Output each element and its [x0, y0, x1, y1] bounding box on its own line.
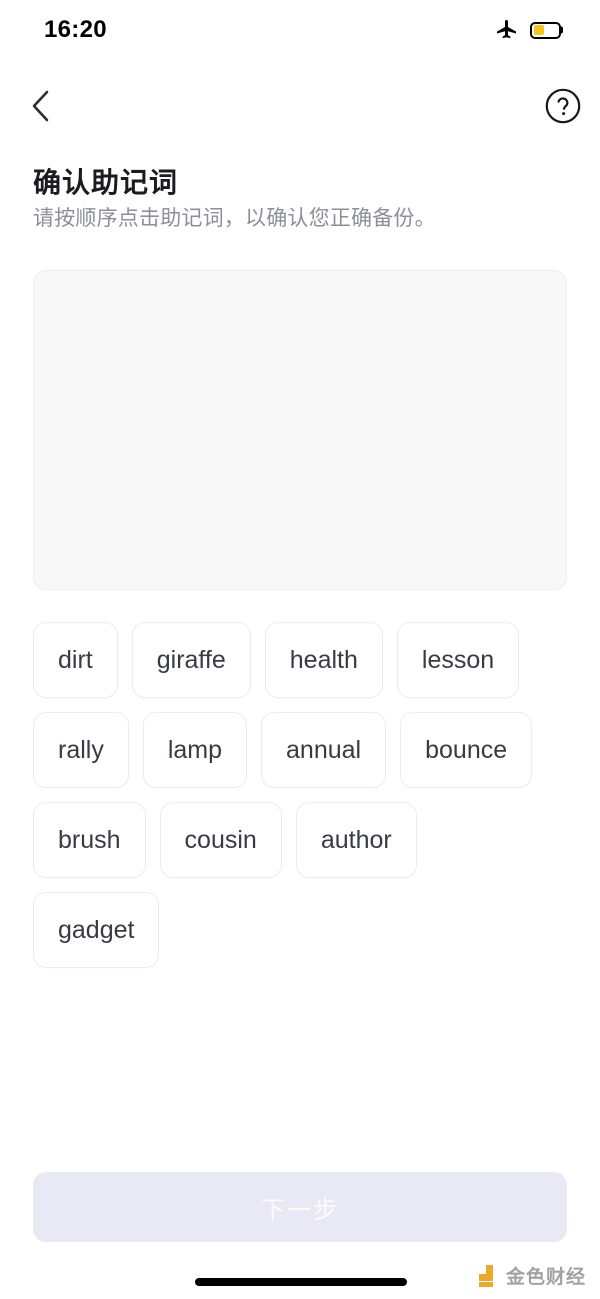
selected-words-area[interactable]	[33, 270, 567, 590]
airplane-icon	[497, 20, 516, 39]
word-chip[interactable]: rally	[33, 712, 129, 788]
status-time: 16:20	[44, 16, 107, 43]
help-button[interactable]	[543, 86, 583, 126]
status-indicators	[495, 18, 564, 42]
word-chip[interactable]: author	[295, 802, 417, 878]
word-chip[interactable]: lamp	[142, 712, 248, 788]
back-button[interactable]	[16, 86, 64, 126]
home-indicator	[195, 1278, 407, 1286]
jinse-logo-icon	[478, 1264, 493, 1287]
page-title: 确认助记词	[33, 167, 179, 198]
watermark-text: 金色财经	[505, 1267, 586, 1288]
watermark: 金色财经	[473, 1262, 586, 1289]
chevron-left-icon	[32, 90, 49, 122]
battery-icon	[530, 21, 564, 39]
word-chip[interactable]: brush	[33, 802, 146, 878]
page-subtitle: 请按顺序点击助记词，以确认您正确备份。	[33, 207, 436, 230]
word-chip[interactable]: bounce	[400, 712, 533, 788]
word-chip[interactable]: dirt	[33, 622, 118, 698]
word-chip[interactable]: gadget	[33, 892, 160, 968]
word-pool: dirt giraffe health lesson rally lamp annual bo…	[33, 622, 545, 968]
next-button[interactable]: 下一步	[33, 1172, 567, 1242]
word-chip[interactable]: health	[264, 622, 383, 698]
word-chip[interactable]: giraffe	[131, 622, 251, 698]
status-bar: 16:20	[0, 0, 600, 60]
question-circle-icon	[545, 88, 581, 124]
nav-bar	[0, 78, 600, 134]
phone-screen: 16:20 确认助记词 请按顺序点击助记词，以确认您正确备份。 dirt gir…	[0, 0, 600, 1299]
word-chip[interactable]: cousin	[159, 802, 282, 878]
word-chip[interactable]: annual	[261, 712, 387, 788]
word-chip[interactable]: lesson	[396, 622, 520, 698]
